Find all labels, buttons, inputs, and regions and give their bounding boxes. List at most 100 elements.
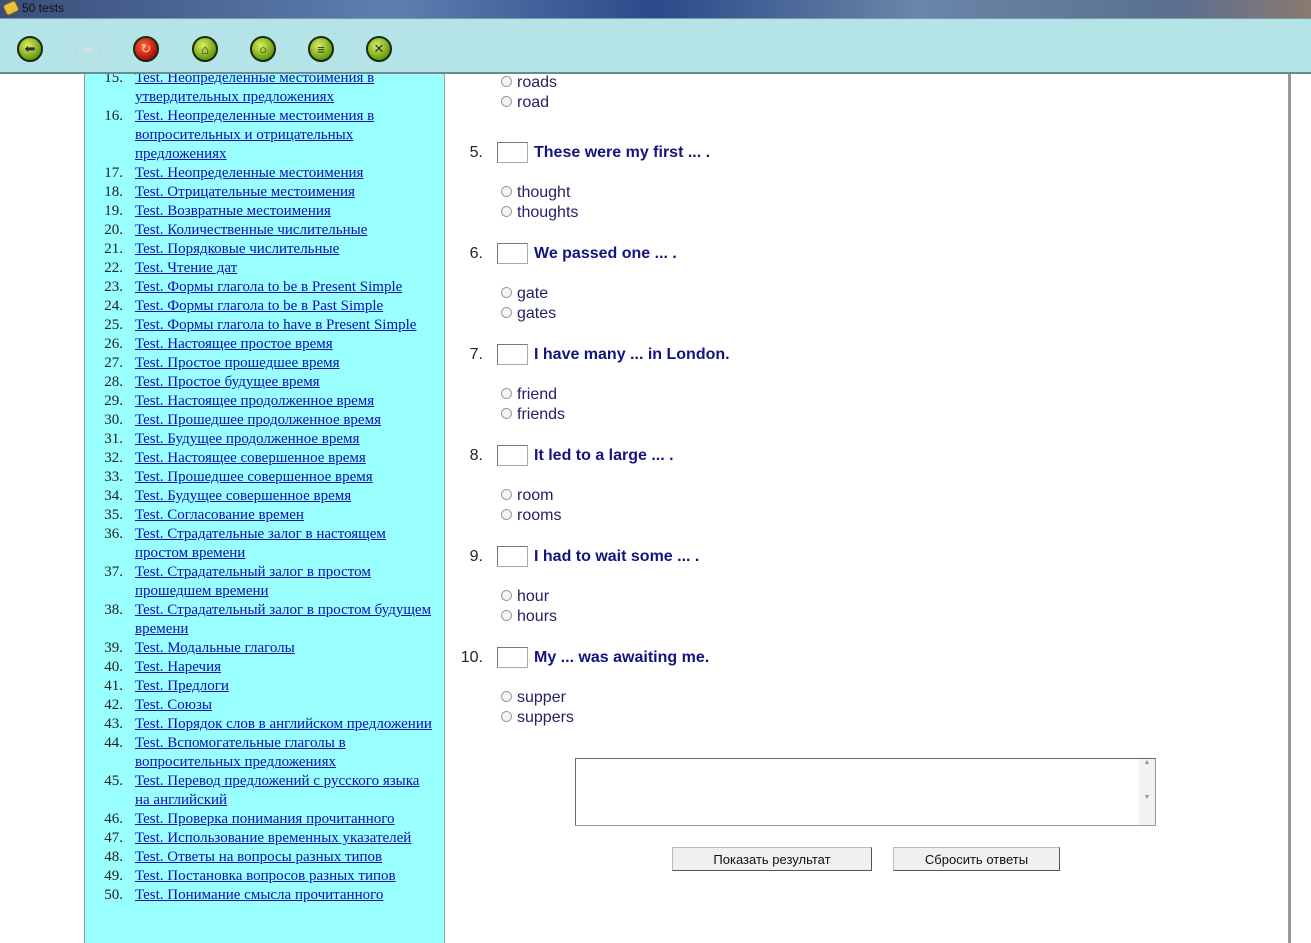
toolbar: ⬅ ➡ ↻ ⌂ ○ ≡ ✕	[0, 18, 1311, 74]
answer-option[interactable]: hours	[501, 608, 557, 628]
radio-button[interactable]	[501, 186, 512, 197]
home-button[interactable]: ⌂	[192, 36, 218, 62]
item-number: 47.	[104, 830, 123, 846]
test-link[interactable]: Test. Порядок слов в английском предложе…	[135, 716, 432, 732]
test-list-item: 43. Test. Порядок слов в английском предл…	[85, 715, 444, 734]
test-link[interactable]: Test. Неопределенные местоимения	[135, 165, 363, 181]
back-button[interactable]: ⬅	[17, 36, 43, 62]
answer-input[interactable]	[497, 142, 528, 163]
test-link[interactable]: Test. Постановка вопросов разных типов	[135, 868, 396, 884]
answer-option[interactable]: rooms	[501, 507, 561, 527]
test-link[interactable]: Test. Использование временных указателей	[135, 830, 411, 846]
test-list-item: 20. Test. Количественные числительные	[85, 221, 444, 240]
test-link[interactable]: Test. Неопределенные местоимения в утвер…	[135, 74, 374, 105]
question: 8. It led to a large ... .	[445, 445, 1290, 557]
test-link[interactable]: Test. Проверка понимания прочитанного	[135, 811, 395, 827]
radio-button[interactable]	[501, 96, 512, 107]
test-link[interactable]: Test. Вспомогательные глаголы в вопросит…	[135, 735, 346, 770]
test-link[interactable]: Test. Союзы	[135, 697, 212, 713]
answer-option[interactable]: supper	[501, 689, 566, 709]
test-link[interactable]: Test. Возвратные местоимения	[135, 203, 331, 219]
answer-option[interactable]: gates	[501, 305, 556, 325]
test-list-item: 36. Test. Страдательные залог в настоящем…	[85, 525, 444, 563]
radio-button[interactable]	[501, 489, 512, 500]
item-number: 17.	[104, 165, 123, 181]
test-link[interactable]: Test. Понимание смысла прочитанного	[135, 887, 383, 903]
answer-input[interactable]	[497, 546, 528, 567]
answer-option[interactable]: roads	[501, 74, 557, 94]
test-link[interactable]: Test. Модальные глаголы	[135, 640, 295, 656]
item-number: 22.	[104, 260, 123, 276]
answer-input[interactable]	[497, 243, 528, 264]
radio-button[interactable]	[501, 76, 512, 87]
show-result-button[interactable]: Показать результат	[672, 847, 872, 871]
answer-option[interactable]: road	[501, 94, 549, 114]
test-link[interactable]: Test. Страдательный залог в простом прош…	[135, 564, 371, 599]
test-link[interactable]: Test. Ответы на вопросы разных типов	[135, 849, 382, 865]
answer-input[interactable]	[497, 445, 528, 466]
test-list-item: 37. Test. Страдательный залог в простом п…	[85, 563, 444, 601]
radio-button[interactable]	[501, 287, 512, 298]
test-list-item: 27. Test. Простое прошедшее время	[85, 354, 444, 373]
close-button[interactable]: ✕	[366, 36, 392, 62]
test-link[interactable]: Test. Страдательный залог в простом буду…	[135, 602, 431, 637]
test-link[interactable]: Test. Страдательные залог в настоящем пр…	[135, 526, 386, 561]
test-link[interactable]: Test. Прошедшее совершенное время	[135, 469, 373, 485]
answer-input[interactable]	[497, 647, 528, 668]
test-link[interactable]: Test. Неопределенные местоимения в вопро…	[135, 108, 374, 162]
search-button[interactable]: ○	[250, 36, 276, 62]
answer-option[interactable]: thoughts	[501, 204, 578, 224]
test-link[interactable]: Test. Настоящее совершенное время	[135, 450, 366, 466]
radio-button[interactable]	[501, 711, 512, 722]
reset-answers-button[interactable]: Сбросить ответы	[893, 847, 1060, 871]
scrollbar[interactable]: ▲ ▼	[1139, 759, 1155, 825]
print-button[interactable]: ≡	[308, 36, 334, 62]
answer-option[interactable]: hour	[501, 588, 549, 608]
item-number: 23.	[104, 279, 123, 295]
test-list-item: 32. Test. Настоящее совершенное время	[85, 449, 444, 468]
test-list-item: 50. Test. Понимание смысла прочитанного	[85, 886, 444, 905]
answer-option[interactable]: suppers	[501, 709, 574, 729]
test-link[interactable]: Test. Формы глагола to be в Present Simp…	[135, 279, 402, 295]
radio-button[interactable]	[501, 408, 512, 419]
test-link[interactable]: Test. Формы глагола to be в Past Simple	[135, 298, 383, 314]
test-link[interactable]: Test. Будущее продолженное время	[135, 431, 359, 447]
test-link[interactable]: Test. Простое прошедшее время	[135, 355, 340, 371]
test-link[interactable]: Test. Согласование времен	[135, 507, 304, 523]
answer-input[interactable]	[497, 344, 528, 365]
title-bar: 50 tests	[0, 0, 1311, 18]
test-link[interactable]: Test. Чтение дат	[135, 260, 237, 276]
test-link[interactable]: Test. Настоящее простое время	[135, 336, 333, 352]
radio-button[interactable]	[501, 509, 512, 520]
test-link[interactable]: Test. Порядковые числительные	[135, 241, 339, 257]
radio-button[interactable]	[501, 388, 512, 399]
radio-button[interactable]	[501, 307, 512, 318]
answer-option[interactable]: room	[501, 487, 553, 507]
answer-option[interactable]: friends	[501, 406, 565, 426]
test-list-item: 39. Test. Модальные глаголы	[85, 639, 444, 658]
test-link[interactable]: Test. Отрицательные местоимения	[135, 184, 355, 200]
test-link[interactable]: Test. Простое будущее время	[135, 374, 320, 390]
answer-option[interactable]: friend	[501, 386, 557, 406]
item-number: 36.	[104, 526, 123, 542]
answer-option[interactable]: gate	[501, 285, 548, 305]
test-list-item: 22. Test. Чтение дат	[85, 259, 444, 278]
test-link[interactable]: Test. Количественные числительные	[135, 222, 367, 238]
test-link[interactable]: Test. Прошедшее продолженное время	[135, 412, 381, 428]
radio-button[interactable]	[501, 590, 512, 601]
option-label: friend	[517, 386, 558, 403]
test-link[interactable]: Test. Предлоги	[135, 678, 229, 694]
test-link[interactable]: Test. Настоящее продолженное время	[135, 393, 374, 409]
forward-button[interactable]: ➡	[75, 36, 101, 62]
test-link[interactable]: Test. Наречия	[135, 659, 221, 675]
refresh-button[interactable]: ↻	[133, 36, 159, 62]
test-link[interactable]: Test. Формы глагола to have в Present Si…	[135, 317, 416, 333]
test-list-item: 24. Test. Формы глагола to be в Past Simp…	[85, 297, 444, 316]
radio-button[interactable]	[501, 691, 512, 702]
radio-button[interactable]	[501, 206, 512, 217]
answer-option[interactable]: thought	[501, 184, 570, 204]
test-link[interactable]: Test. Будущее совершенное время	[135, 488, 351, 504]
radio-button[interactable]	[501, 610, 512, 621]
result-textarea[interactable]: ▲ ▼	[575, 758, 1156, 826]
test-link[interactable]: Test. Перевод предложений с русского язы…	[135, 773, 419, 808]
